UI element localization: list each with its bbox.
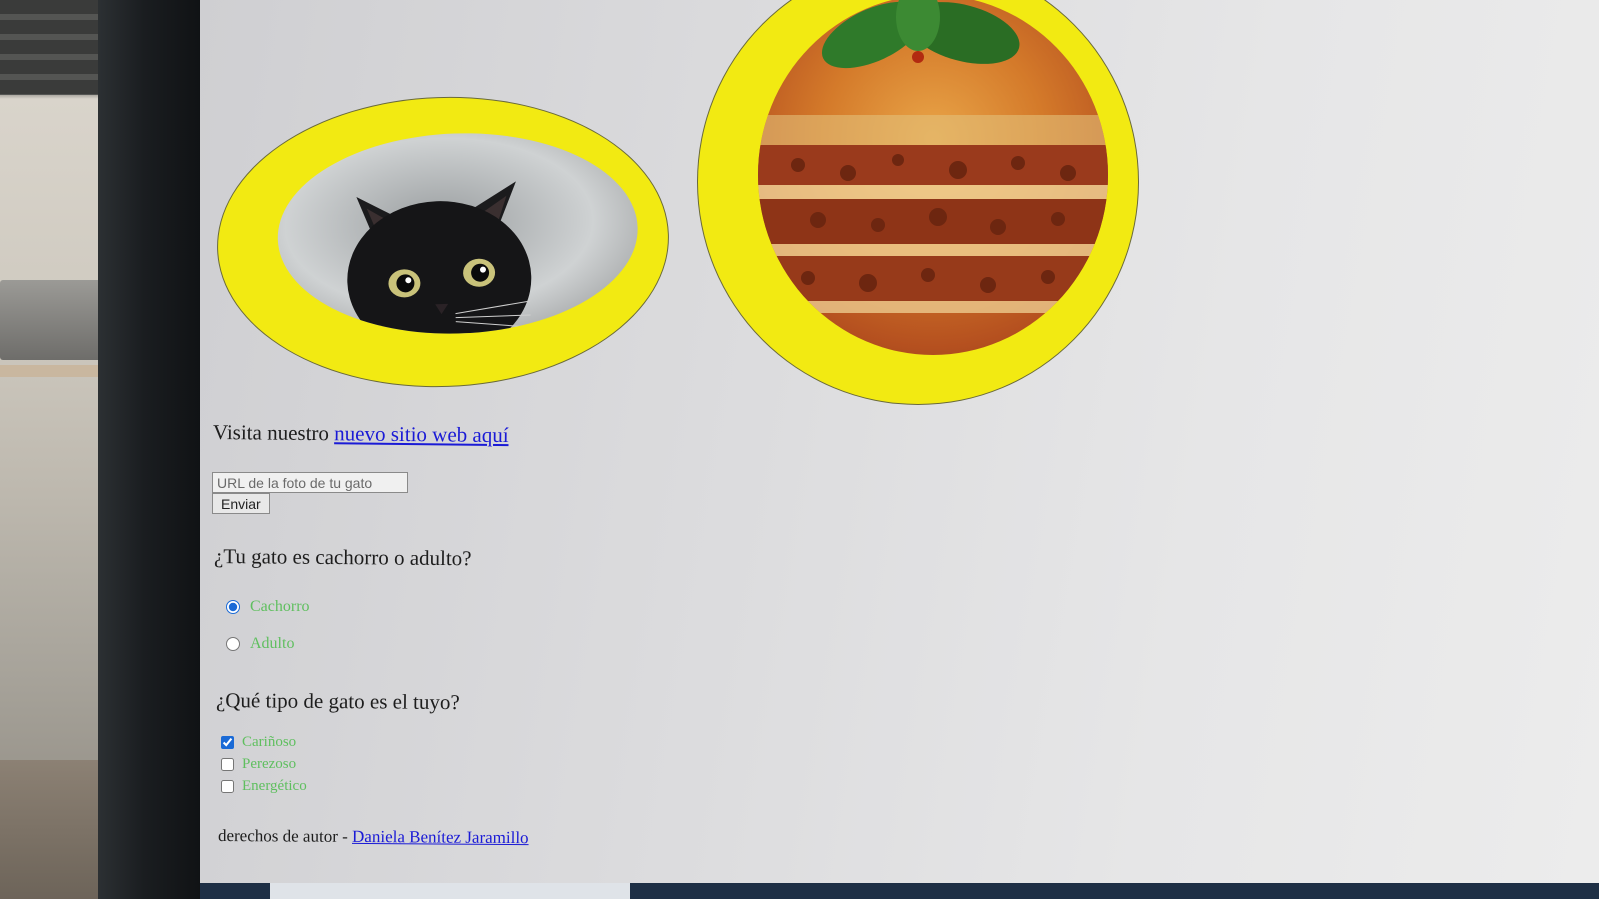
checkbox-energetico[interactable]	[221, 780, 234, 793]
lasagna-photo	[758, 0, 1108, 355]
monitor-bezel	[98, 0, 213, 899]
office-printer	[0, 280, 105, 360]
age-question: ¿Tu gato es cachorro o adulto?	[213, 544, 472, 571]
copyright-prefix: derechos de autor -	[217, 826, 348, 846]
lasagna-icon	[758, 0, 1108, 313]
taskbar	[200, 883, 1599, 899]
type-question: ¿Qué tipo de gato es el tuyo?	[215, 688, 460, 715]
checkbox-carinoso[interactable]	[221, 736, 234, 749]
checkbox-option-carinoso[interactable]: Cariñoso	[221, 734, 296, 751]
visit-prefix: Visita nuestro	[212, 420, 330, 446]
office-desk	[0, 365, 110, 377]
checkbox-option-perezoso[interactable]: Perezoso	[221, 756, 296, 773]
cat-photo-url-input[interactable]	[212, 472, 408, 493]
checkbox-option-energetico[interactable]: Energético	[221, 778, 307, 795]
office-window	[0, 0, 100, 95]
radio-label-adulto: Adulto	[250, 635, 295, 652]
copyright-footer: derechos de autor - Daniela Benítez Jara…	[218, 826, 529, 848]
checkbox-label-perezoso: Perezoso	[242, 756, 297, 772]
photo-scene: Visita nuestro nuevo sitio web aquí Envi…	[0, 0, 1599, 899]
submit-button[interactable]: Enviar	[212, 493, 270, 514]
radio-label-cachorro: Cachorro	[250, 598, 310, 615]
food-image-frame[interactable]	[698, 0, 1138, 404]
visit-paragraph: Visita nuestro nuevo sitio web aquí	[213, 420, 509, 448]
taskbar-window-tab[interactable]	[270, 883, 630, 899]
radio-option-cachorro[interactable]: Cachorro	[226, 598, 310, 616]
checkbox-label-carinoso: Cariñoso	[242, 734, 297, 750]
cat-image-frame[interactable]	[213, 90, 673, 394]
radio-option-adulto[interactable]: Adulto	[226, 635, 294, 653]
browser-page: Visita nuestro nuevo sitio web aquí Envi…	[200, 0, 1599, 899]
checkbox-perezoso[interactable]	[221, 758, 234, 771]
cat-photo-form: Enviar	[212, 472, 408, 514]
author-link[interactable]: Daniela Benítez Jaramillo	[352, 827, 529, 847]
checkbox-label-energetico: Energético	[242, 778, 307, 794]
black-cat-icon	[347, 181, 532, 338]
radio-cachorro[interactable]	[226, 600, 240, 614]
cat-photo	[274, 127, 642, 340]
new-site-link[interactable]: nuevo sitio web aquí	[334, 421, 509, 447]
radio-adulto[interactable]	[226, 637, 240, 651]
